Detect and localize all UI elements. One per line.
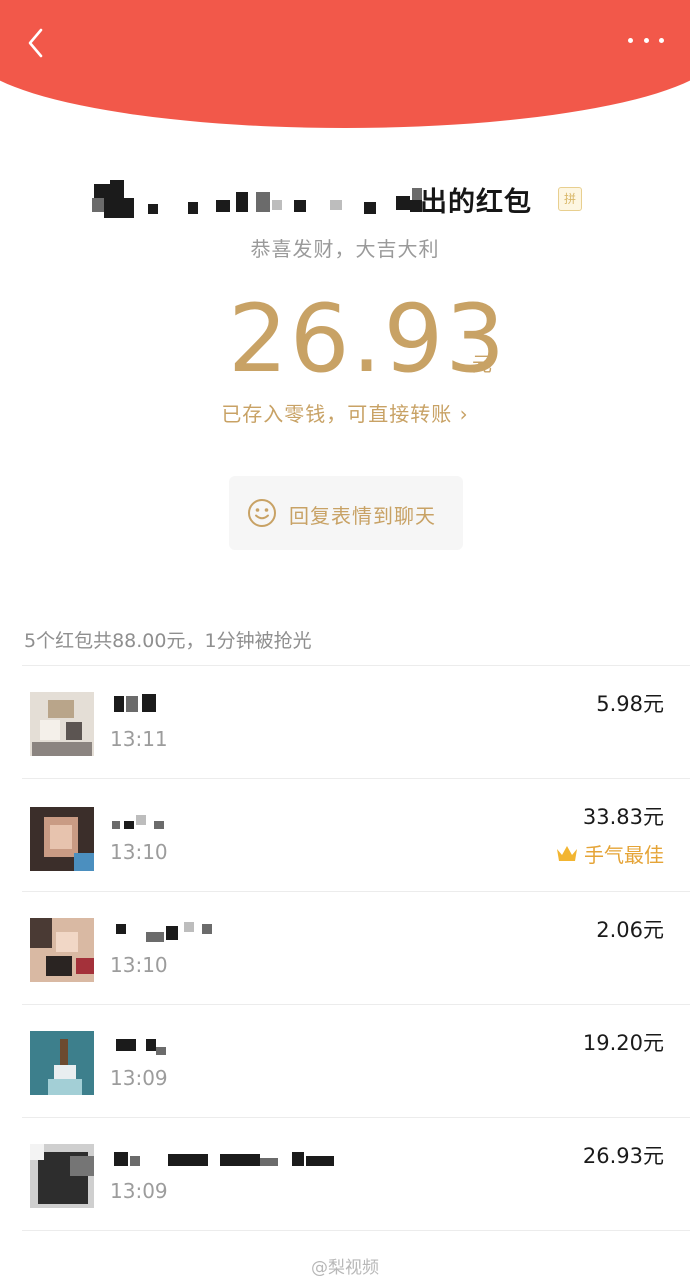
avatar — [30, 807, 94, 871]
sender-suffix-text: 出的红包 — [420, 187, 532, 218]
header-banner — [0, 0, 690, 128]
receive-time: 13:09 — [110, 1066, 168, 1090]
best-luck-badge: 手气最佳 — [556, 839, 664, 868]
best-luck-label: 手气最佳 — [584, 843, 664, 867]
reply-button-label: 回复表情到聊天 — [289, 504, 436, 528]
reply-sticker-button[interactable]: 回复表情到聊天 — [229, 476, 463, 550]
avatar — [30, 918, 94, 982]
sender-name-obscured — [0, 178, 690, 222]
list-item[interactable]: 13:10 2.06元 — [0, 892, 690, 1004]
receiver-name-obscured — [110, 694, 340, 720]
receive-amount: 5.98元 — [596, 692, 664, 716]
receive-amount: 33.83元 — [582, 805, 664, 829]
receiver-name-obscured — [110, 1150, 340, 1176]
smile-icon — [248, 499, 276, 527]
avatar — [30, 1144, 94, 1208]
receive-amount: 2.06元 — [596, 918, 664, 942]
list-item[interactable]: 13:11 5.98元 — [0, 666, 690, 778]
avatar — [30, 1031, 94, 1095]
more-button[interactable] — [628, 30, 664, 50]
list-item[interactable]: 13:09 26.93元 — [0, 1118, 690, 1230]
receiver-name-obscured — [110, 922, 340, 948]
more-dots-icon — [628, 37, 633, 43]
receive-time: 13:10 — [110, 840, 168, 864]
watermark-text: @梨视频 — [311, 1258, 379, 1278]
receiver-name-obscured — [110, 1037, 340, 1063]
received-amount: 26.93 — [228, 285, 508, 394]
divider — [22, 1230, 690, 1231]
receive-time: 13:11 — [110, 727, 168, 751]
group-badge: 拼 — [558, 187, 582, 211]
crown-icon — [557, 845, 577, 861]
receive-time: 13:10 — [110, 953, 168, 977]
greeting-text: 恭喜发财，大吉大利 — [250, 237, 440, 261]
receive-amount: 19.20元 — [582, 1031, 664, 1055]
back-button[interactable] — [22, 26, 52, 60]
receiver-name-obscured — [110, 815, 340, 841]
packet-summary: 5个红包共88.00元，1分钟被抢光 — [24, 630, 312, 652]
receive-amount: 26.93元 — [582, 1144, 664, 1168]
avatar — [30, 692, 94, 756]
list-item[interactable]: 13:09 19.20元 — [0, 1005, 690, 1117]
receive-time: 13:09 — [110, 1179, 168, 1203]
list-item[interactable]: 13:10 33.83元 手气最佳 — [0, 779, 690, 891]
amount-unit: 元 — [472, 352, 492, 376]
chevron-left-icon — [28, 28, 43, 58]
saved-to-wallet-link[interactable]: 已存入零钱，可直接转账 › — [0, 398, 690, 427]
